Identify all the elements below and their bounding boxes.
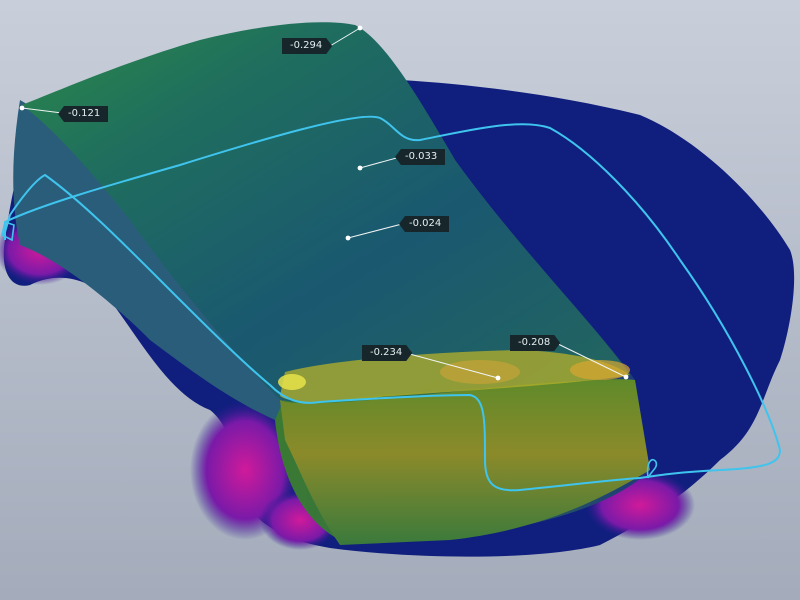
point-5 [623, 374, 629, 380]
deviation-label-4[interactable]: -0.234 [362, 345, 412, 361]
hot-spot-right [570, 360, 630, 380]
point-2 [357, 165, 363, 171]
point-1 [19, 105, 25, 111]
point-0 [357, 25, 363, 31]
hot-spot-mid [440, 360, 520, 384]
deviation-label-5[interactable]: -0.208 [510, 335, 560, 351]
deviation-label-3[interactable]: -0.024 [399, 216, 450, 232]
3d-viewport[interactable]: -0.294 -0.121 -0.033 -0.024 -0.234 -0.20… [0, 0, 800, 600]
point-3 [345, 235, 351, 241]
deviation-label-1[interactable]: -0.121 [58, 106, 109, 122]
deviation-label-0[interactable]: -0.294 [282, 38, 332, 54]
hot-spot-left [278, 374, 306, 390]
point-4 [495, 375, 501, 381]
deviation-color-map[interactable] [0, 0, 800, 600]
deviation-label-2[interactable]: -0.033 [395, 149, 446, 165]
